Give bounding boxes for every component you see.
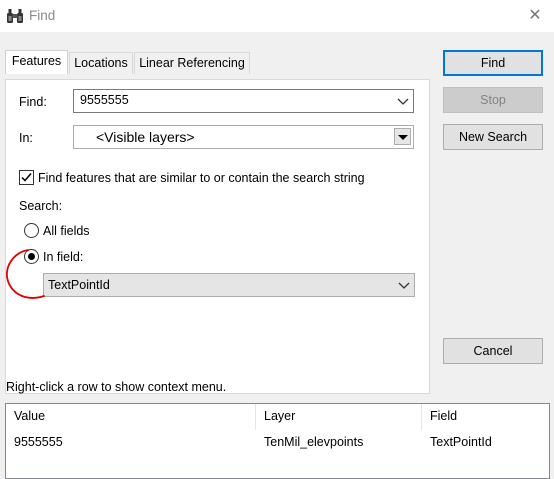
search-label: Search: xyxy=(19,199,63,213)
all-fields-radio[interactable] xyxy=(24,223,39,238)
tab-features[interactable]: Features xyxy=(5,50,68,74)
row-field-cell: TextPointId xyxy=(430,435,492,449)
dialog-body: Features Locations Linear Referencing Fi… xyxy=(0,32,554,479)
chevron-down-icon[interactable] xyxy=(397,278,411,292)
in-field-radio[interactable] xyxy=(24,249,39,264)
column-header-value[interactable]: Value xyxy=(6,404,256,430)
row-value-cell: 9555555 xyxy=(14,435,63,449)
similar-checkbox-label: Find features that are similar to or con… xyxy=(38,171,365,185)
similar-checkbox[interactable] xyxy=(19,170,34,185)
binoculars-icon xyxy=(7,9,23,23)
tab-linear-referencing[interactable]: Linear Referencing xyxy=(134,52,250,74)
close-icon[interactable]: ✕ xyxy=(524,5,546,27)
find-combobox[interactable]: 9555555 xyxy=(73,89,414,113)
stop-button[interactable]: Stop xyxy=(443,87,543,113)
results-list[interactable]: Value Layer Field 9555555 TenMil_elevpoi… xyxy=(5,403,550,479)
window-title: Find xyxy=(29,8,56,23)
dropdown-arrow-icon[interactable] xyxy=(394,128,411,145)
column-header-layer[interactable]: Layer xyxy=(256,404,422,430)
find-value: 9555555 xyxy=(80,93,129,107)
find-label: Find: xyxy=(19,95,47,109)
radio-selected-dot xyxy=(28,253,35,260)
all-fields-label: All fields xyxy=(43,224,90,238)
tab-locations[interactable]: Locations xyxy=(69,52,133,74)
context-menu-hint: Right-click a row to show context menu. xyxy=(6,380,227,394)
title-bar: Find ✕ xyxy=(0,0,554,32)
in-layers-combobox[interactable]: <Visible layers> xyxy=(73,125,414,149)
in-field-label: In field: xyxy=(43,250,84,264)
in-layers-value: <Visible layers> xyxy=(96,129,195,145)
chevron-down-icon[interactable] xyxy=(396,94,410,108)
cancel-button[interactable]: Cancel xyxy=(443,338,543,364)
checkmark-icon xyxy=(21,173,32,182)
row-layer-cell: TenMil_elevpoints xyxy=(264,435,364,449)
in-label: In: xyxy=(19,131,33,145)
new-search-button[interactable]: New Search xyxy=(443,124,543,150)
column-header-field[interactable]: Field xyxy=(422,404,549,430)
find-button[interactable]: Find xyxy=(443,50,543,76)
field-combobox[interactable]: TextPointId xyxy=(43,273,415,297)
field-value: TextPointId xyxy=(48,278,110,292)
